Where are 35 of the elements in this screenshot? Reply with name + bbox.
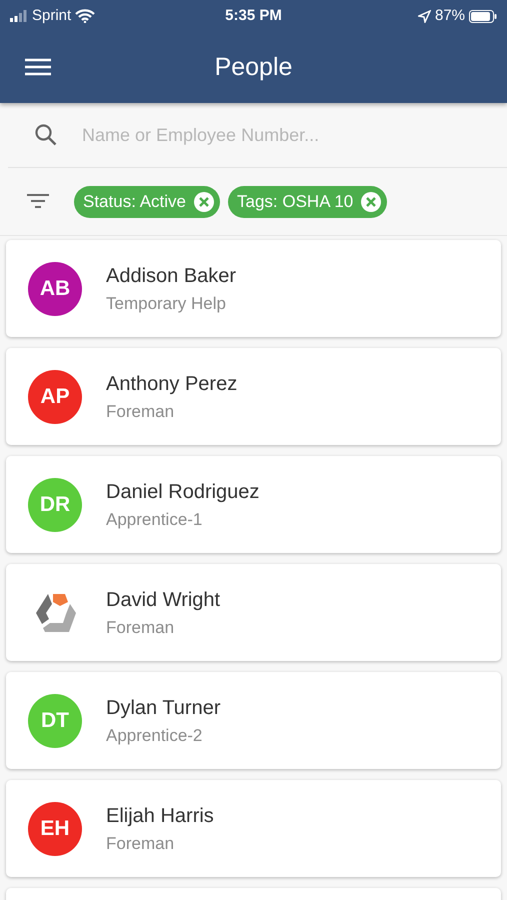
person-card[interactable]: EH Elijah Harris Foreman	[6, 780, 501, 877]
avatar: DR	[28, 478, 82, 532]
person-card[interactable]: AB Addison Baker Temporary Help	[6, 240, 501, 337]
battery-percent: 87%	[434, 6, 466, 26]
person-name: David Wright	[106, 588, 220, 613]
person-name: Dylan Turner	[106, 696, 220, 721]
person-card[interactable]: David Wright Foreman	[6, 564, 501, 661]
person-role: Temporary Help	[106, 292, 227, 315]
person-name: Daniel Rodriguez	[106, 480, 260, 505]
person-role: Foreman	[106, 616, 176, 639]
battery-icon	[469, 10, 498, 22]
signal-icon	[10, 10, 28, 22]
location-arrow-icon	[418, 10, 431, 22]
person-name: Addison Baker	[106, 264, 236, 289]
remove-icon[interactable]	[361, 192, 382, 212]
person-role: Apprentice-1	[106, 508, 204, 531]
person-role: Apprentice-2	[106, 724, 204, 747]
person-role: Foreman	[106, 400, 176, 423]
page-title: People	[214, 52, 292, 81]
avatar: AP	[28, 370, 82, 424]
search-icon	[34, 123, 58, 147]
status-time: 5:35 PM	[225, 6, 282, 26]
search-field[interactable]: Name or Employee Number...	[82, 122, 481, 148]
person-card[interactable]: AP Anthony Perez Foreman	[6, 348, 501, 445]
person-name: Anthony Perez	[106, 372, 238, 397]
person-name: Elijah Harris	[106, 804, 214, 829]
person-role: Foreman	[106, 832, 176, 855]
avatar: AB	[28, 262, 82, 316]
person-card[interactable]: DT Dylan Turner Apprentice-2	[6, 672, 501, 769]
remove-icon[interactable]	[194, 192, 214, 212]
avatar: EH	[28, 802, 82, 856]
person-card[interactable]: DR Daniel Rodriguez Apprentice-1	[6, 456, 501, 553]
wifi-icon	[75, 9, 96, 23]
carrier-name: Sprint	[32, 6, 72, 26]
avatar: DT	[28, 694, 82, 748]
